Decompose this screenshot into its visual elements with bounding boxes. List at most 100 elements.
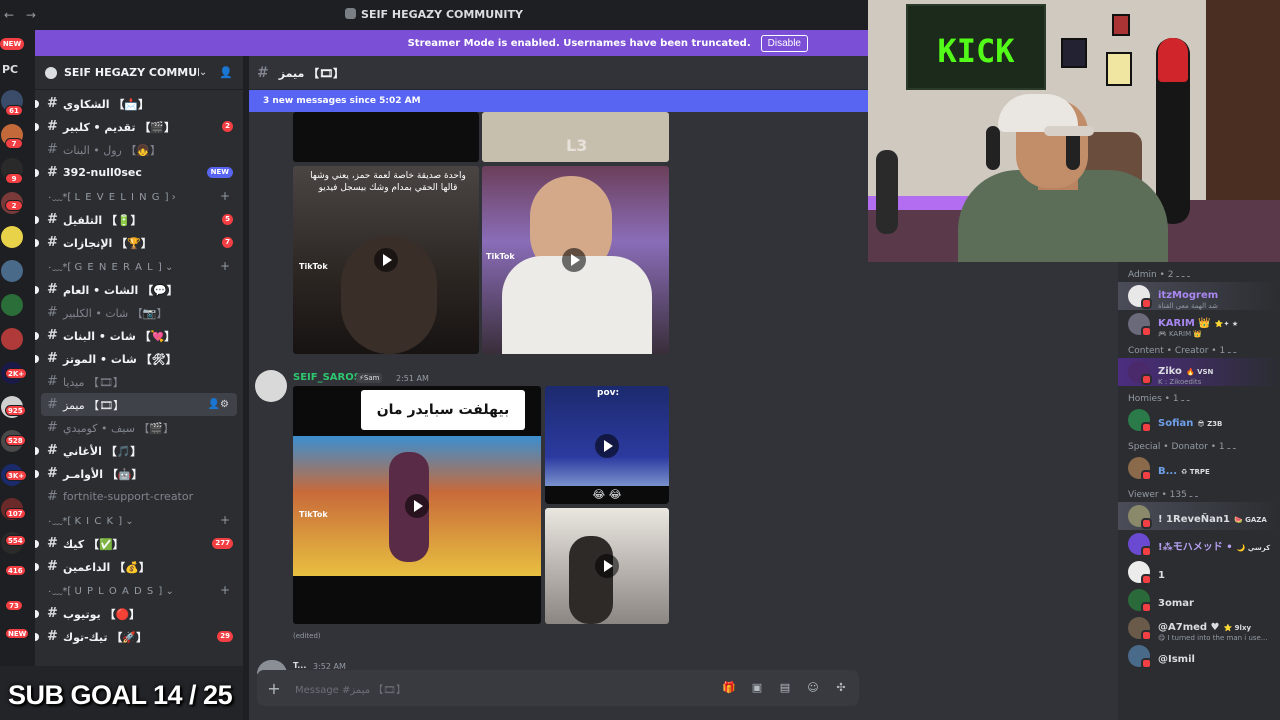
channel-category[interactable]: ۰﹏*[ L E V E L I N G ] › +: [35, 184, 243, 208]
avatar: [1128, 313, 1152, 337]
unread-indicator: [35, 238, 39, 247]
member-name: B...: [1158, 465, 1178, 477]
channel-item[interactable]: # شات • الموتز 【🛠】: [35, 347, 243, 370]
channel-item[interactable]: # التلفيل 【🔋】 5: [35, 208, 243, 231]
channel-item[interactable]: # الداعمين 【💰】: [35, 555, 243, 578]
emoji-icon[interactable]: ☺: [803, 681, 823, 695]
member-item[interactable]: Ziko 🔥 VSN K : Zikoedits: [1118, 358, 1280, 386]
member-item[interactable]: !⁂モハメッド • 🌙 كرسي: [1118, 530, 1280, 558]
play-icon[interactable]: [562, 248, 586, 272]
channel-category[interactable]: ۰﹏*[ U P L O A D S ] ⌄ +: [35, 578, 243, 602]
create-channel-icon[interactable]: +: [220, 513, 231, 527]
channel-category[interactable]: ۰﹏*[ G E N E R A L ] ⌄ +: [35, 254, 243, 278]
member-item[interactable]: Sofian 😎 Z3B: [1118, 406, 1280, 434]
media-video-2[interactable]: L3: [482, 112, 669, 162]
gif-icon[interactable]: ▣: [747, 681, 767, 695]
server-mention-badge: 9: [5, 173, 23, 184]
channel-item[interactable]: # الشات • العام 【💬】: [35, 278, 243, 301]
channel-item[interactable]: # سيف • كوميدي 【🎬】: [35, 416, 243, 439]
member-name-row: 1: [1158, 563, 1165, 582]
message-input[interactable]: Message #ميمز 【🎞】: [295, 681, 719, 696]
channel-item[interactable]: # الشكاوي 【📩】: [35, 92, 243, 115]
channel-item[interactable]: # شات • الكلبير 【📷】: [35, 301, 243, 324]
channel-item[interactable]: # رول • البنات 【👧】: [35, 138, 243, 161]
play-icon[interactable]: [374, 248, 398, 272]
hashtag-icon: #: [47, 397, 58, 412]
server-icon[interactable]: [1, 294, 23, 316]
member-name: 1: [1158, 569, 1165, 581]
channel-item[interactable]: # تيك-توك 【🚀】 29: [35, 625, 243, 648]
channel-category[interactable]: ۰﹏*[ K I C K ] ⌄ +: [35, 508, 243, 532]
person-figure: [569, 536, 613, 624]
unread-indicator: [35, 539, 39, 548]
channel-item[interactable]: # يوتيوب 【🔴】: [35, 602, 243, 625]
invite-people-icon[interactable]: 👤: [219, 66, 233, 79]
member-item[interactable]: B... ♻ TRPE: [1118, 454, 1280, 482]
channel-label: الأغاني 【🎵】: [63, 444, 142, 458]
unread-indicator: [35, 122, 39, 131]
member-text: !⁂モハメッド • 🌙 كرسي: [1158, 535, 1270, 554]
create-channel-icon[interactable]: +: [220, 259, 231, 273]
channel-item[interactable]: # كيك 【✅】 277: [35, 532, 243, 555]
channel-item[interactable]: # ميديا 【🎞】: [35, 370, 243, 393]
member-item[interactable]: @Ismil: [1118, 642, 1280, 670]
channel-item[interactable]: # fortnite-support-creator: [35, 485, 243, 508]
pc-server[interactable]: PC: [2, 63, 18, 76]
server-icon[interactable]: [1, 328, 23, 350]
member-item[interactable]: KARIM 👑 ⭐✦ ★ 🎮 KARIM 👑: [1118, 310, 1280, 338]
member-name-row: 3omar: [1158, 591, 1194, 610]
media-video-1[interactable]: [293, 112, 479, 162]
gift-icon[interactable]: 🎁: [719, 681, 739, 695]
add-attachment-icon[interactable]: +: [263, 679, 285, 698]
channel-item[interactable]: # الأغاني 【🎵】: [35, 439, 243, 462]
guild-header[interactable]: SEIF HEGAZY COMMUNI... ⌄ 👤: [35, 56, 243, 90]
channel-item[interactable]: # الإنجازات 【🏆】 7: [35, 231, 243, 254]
author-avatar[interactable]: [255, 370, 287, 402]
member-item[interactable]: 1: [1118, 558, 1280, 586]
create-channel-icon[interactable]: +: [220, 583, 231, 597]
channel-item[interactable]: # تقديم • كلبير 【🎬】 2: [35, 115, 243, 138]
headset-left: [986, 126, 1000, 170]
message-composer[interactable]: + Message #ميمز 【🎞】 🎁 ▣ ▤ ☺ ✣: [257, 670, 859, 706]
meme-caption: بيهلفت سبايدر مان: [361, 390, 525, 430]
media-video-7[interactable]: [545, 508, 669, 624]
create-channel-icon[interactable]: +: [220, 189, 231, 203]
media-video-4[interactable]: TikTok: [482, 166, 669, 354]
member-group-title: Content • Creator • ـ ـ 1: [1128, 346, 1237, 356]
new-messages-bar[interactable]: 3 new messages since 5:02 AM: [249, 90, 868, 112]
play-icon[interactable]: [595, 554, 619, 578]
new-tag: NEW: [206, 167, 233, 178]
media-video-5[interactable]: بيهلفت سبايدر مان TikTok: [293, 386, 541, 624]
title-bar: ← → SEIF HEGAZY COMMUNITY: [0, 0, 868, 30]
channel-settings-icon[interactable]: 👤⚙: [208, 399, 229, 410]
channel-item[interactable]: # ميمز 【🎞】 👤⚙: [41, 393, 237, 416]
play-icon[interactable]: [405, 494, 429, 518]
channel-item[interactable]: # الأوامـر 【🤖】: [35, 462, 243, 485]
window-title: SEIF HEGAZY COMMUNITY: [0, 8, 868, 21]
webcam-overlay: KICK: [868, 0, 1280, 262]
member-item[interactable]: itzMogrem شد الهمة معي القناة: [1118, 282, 1280, 310]
member-item[interactable]: ! 1ReveÑan1 🍉 GAZA: [1118, 502, 1280, 530]
chevron-down-icon[interactable]: ⌄: [199, 67, 207, 78]
server-icon[interactable]: [1, 260, 23, 282]
media-video-3[interactable]: واحدة صديقة خاصة لعمة حمز، يعني وشها قال…: [293, 166, 479, 354]
member-text: @Ismil: [1158, 647, 1195, 666]
disable-streamer-mode-button[interactable]: Disable: [760, 34, 808, 52]
member-name: itzMogrem: [1158, 289, 1219, 301]
apps-icon[interactable]: ✣: [831, 681, 851, 695]
server-icon[interactable]: [1, 226, 23, 248]
channel-label: الشكاوي 【📩】: [63, 97, 150, 111]
channel-item[interactable]: # شات • البنات 【💘】: [35, 324, 243, 347]
member-item[interactable]: @A7med ♥ ⭐ 9lxy 😋 I turned into the man i …: [1118, 614, 1280, 642]
media-video-6[interactable]: pov: 😂 😂: [545, 386, 669, 504]
channel-item[interactable]: #392-null0sec NEW: [35, 161, 243, 184]
sticker-icon[interactable]: ▤: [775, 681, 795, 695]
member-name-row: Ziko 🔥 VSN: [1158, 359, 1213, 378]
avatar: [1128, 589, 1152, 613]
channel-list: # الشكاوي 【📩】 # تقديم • كلبير 【🎬】 2 # رول • ال…: [35, 90, 243, 648]
member-item[interactable]: 3omar: [1118, 586, 1280, 614]
message-author[interactable]: SEIF_SAROS: [293, 372, 361, 383]
channel-label: الداعمين 【💰】: [63, 560, 150, 574]
next-author[interactable]: T...: [293, 661, 306, 670]
play-icon[interactable]: [595, 434, 619, 458]
